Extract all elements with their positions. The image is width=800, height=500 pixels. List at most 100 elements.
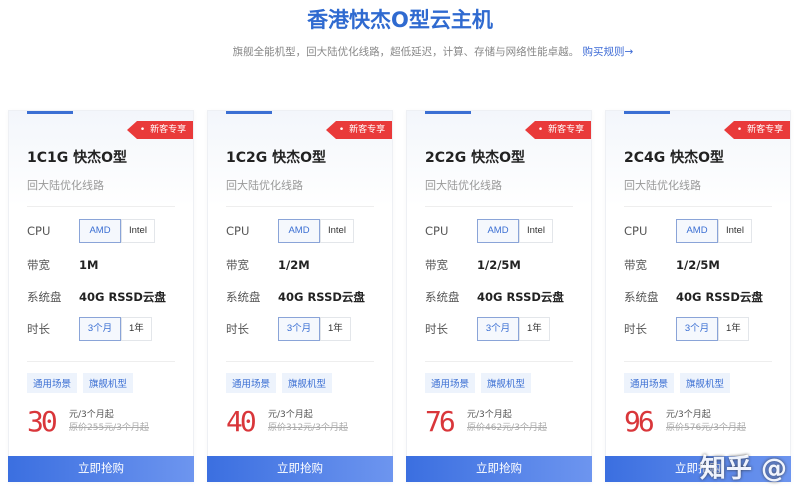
cpu-option-amd[interactable]: AMD (477, 219, 519, 243)
price-value: 76 (425, 405, 456, 438)
buy-now-button[interactable]: 立即抢购 (8, 456, 194, 482)
new-customer-badge: 新客专享 (525, 121, 591, 139)
duration-label: 时长 (27, 322, 50, 336)
product-card: 新客专享 1C2G 快杰O型 回大陆优化线路 CPU AMD Intel 带宽 … (207, 110, 393, 482)
duration-option-1year[interactable]: 1年 (519, 317, 550, 341)
product-name: 2C4G 快杰O型 (624, 150, 725, 166)
tag: 旗舰机型 (282, 373, 333, 393)
accent-bar (226, 111, 272, 114)
original-price: 原价576元/3个月起 (666, 422, 746, 433)
bandwidth-label: 带宽 (226, 258, 249, 272)
duration-label: 时长 (624, 322, 647, 336)
price-value: 30 (27, 405, 58, 438)
disk-label: 系统盘 (226, 290, 261, 304)
cpu-label: CPU (425, 224, 449, 238)
bandwidth-label: 带宽 (425, 258, 448, 272)
duration-option-1year[interactable]: 1年 (718, 317, 749, 341)
divider (624, 361, 772, 362)
tag: 通用场景 (624, 373, 675, 393)
buy-now-button[interactable]: 立即抢购 (207, 456, 393, 482)
new-customer-badge: 新客专享 (724, 121, 790, 139)
disk-label: 系统盘 (624, 290, 659, 304)
card-header: 新客专享 2C2G 快杰O型 回大陆优化线路 (407, 111, 591, 206)
tag: 通用场景 (27, 373, 78, 393)
watermark: 知乎 @ (700, 454, 788, 484)
divider (226, 206, 374, 207)
original-price: 原价462元/3个月起 (467, 422, 547, 433)
cpu-label: CPU (226, 224, 250, 238)
product-card: 新客专享 2C2G 快杰O型 回大陆优化线路 CPU AMD Intel 带宽 … (406, 110, 592, 482)
divider (27, 206, 175, 207)
cpu-option-intel[interactable]: Intel (718, 219, 752, 243)
duration-option-1year[interactable]: 1年 (121, 317, 152, 341)
price-block: 30 元/3个月起原价255元/3个月起 (27, 405, 149, 438)
product-card: 新客专享 2C4G 快杰O型 回大陆优化线路 CPU AMD Intel 带宽 … (605, 110, 791, 482)
disk-value: 40G RSSD云盘 (79, 290, 166, 304)
tag: 旗舰机型 (680, 373, 731, 393)
duration-option-1year[interactable]: 1年 (320, 317, 351, 341)
divider (425, 361, 573, 362)
divider (624, 206, 772, 207)
card-header: 新客专享 1C1G 快杰O型 回大陆优化线路 (9, 111, 193, 206)
new-customer-badge: 新客专享 (326, 121, 392, 139)
duration-label: 时长 (226, 322, 249, 336)
price-block: 40 元/3个月起 原价312元/3个月起 (226, 405, 348, 438)
cpu-option-amd[interactable]: AMD (676, 219, 718, 243)
disk-value: 40G RSSD云盘 (278, 290, 365, 304)
disk-value: 40G RSSD云盘 (477, 290, 564, 304)
accent-bar (425, 111, 471, 114)
divider (27, 361, 175, 362)
card-header: 新客专享 1C2G 快杰O型 回大陆优化线路 (208, 111, 392, 206)
duration-option-3months[interactable]: 3个月 (278, 317, 320, 341)
price-unit: 元/3个月起 (467, 409, 512, 420)
bandwidth-value: 1/2/5M (477, 258, 521, 272)
bandwidth-value: 1/2M (278, 258, 310, 272)
cpu-label: CPU (624, 224, 648, 238)
accent-bar (27, 111, 73, 114)
disk-value: 40G RSSD云盘 (676, 290, 763, 304)
cpu-option-intel[interactable]: Intel (121, 219, 155, 243)
new-customer-badge: 新客专享 (127, 121, 193, 139)
product-line: 回大陆优化线路 (624, 179, 701, 192)
price-block: 76 元/3个月起原价462元/3个月起 (425, 405, 547, 438)
duration-option-3months[interactable]: 3个月 (79, 317, 121, 341)
product-line: 回大陆优化线路 (226, 179, 303, 192)
page-title: 香港快杰O型云主机 (307, 8, 493, 32)
bandwidth-value: 1/2/5M (676, 258, 720, 272)
bandwidth-label: 带宽 (27, 258, 50, 272)
cpu-label: CPU (27, 224, 51, 238)
product-name: 1C2G 快杰O型 (226, 150, 327, 166)
cpu-option-intel[interactable]: Intel (519, 219, 553, 243)
cpu-option-amd[interactable]: AMD (79, 219, 121, 243)
duration-option-3months[interactable]: 3个月 (676, 317, 718, 341)
page-subtitle: 旗舰全能机型，回大陆优化线路，超低延迟，计算、存储与网络性能卓越。 购买规则→ (0, 44, 800, 59)
product-name: 1C1G 快杰O型 (27, 150, 128, 166)
purchase-rules-link[interactable]: 购买规则→ (583, 46, 634, 58)
tag: 旗舰机型 (481, 373, 532, 393)
price-unit: 元/3个月起 (666, 409, 711, 420)
divider (425, 206, 573, 207)
product-name: 2C2G 快杰O型 (425, 150, 526, 166)
tag: 通用场景 (226, 373, 277, 393)
bandwidth-label: 带宽 (624, 258, 647, 272)
bandwidth-value: 1M (79, 258, 99, 272)
price-block: 96 元/3个月起原价576元/3个月起 (624, 405, 746, 438)
cpu-option-amd[interactable]: AMD (278, 219, 320, 243)
accent-bar (624, 111, 670, 114)
product-line: 回大陆优化线路 (425, 179, 502, 192)
product-line: 回大陆优化线路 (27, 179, 104, 192)
duration-option-3months[interactable]: 3个月 (477, 317, 519, 341)
price-unit: 元/3个月起 (69, 409, 114, 420)
original-price: 原价312元/3个月起 (268, 422, 348, 433)
disk-label: 系统盘 (27, 290, 62, 304)
buy-now-button[interactable]: 立即抢购 (406, 456, 592, 482)
original-price: 原价255元/3个月起 (69, 422, 149, 433)
subtitle-text: 旗舰全能机型，回大陆优化线路，超低延迟，计算、存储与网络性能卓越。 (232, 46, 580, 58)
product-card: 新客专享 1C1G 快杰O型 回大陆优化线路 CPU AMD Intel 带宽 … (8, 110, 194, 482)
disk-label: 系统盘 (425, 290, 460, 304)
tag: 旗舰机型 (83, 373, 134, 393)
duration-label: 时长 (425, 322, 448, 336)
cpu-option-intel[interactable]: Intel (320, 219, 354, 243)
price-value: 96 (624, 405, 655, 438)
price-unit: 元/3个月起 (268, 409, 313, 420)
